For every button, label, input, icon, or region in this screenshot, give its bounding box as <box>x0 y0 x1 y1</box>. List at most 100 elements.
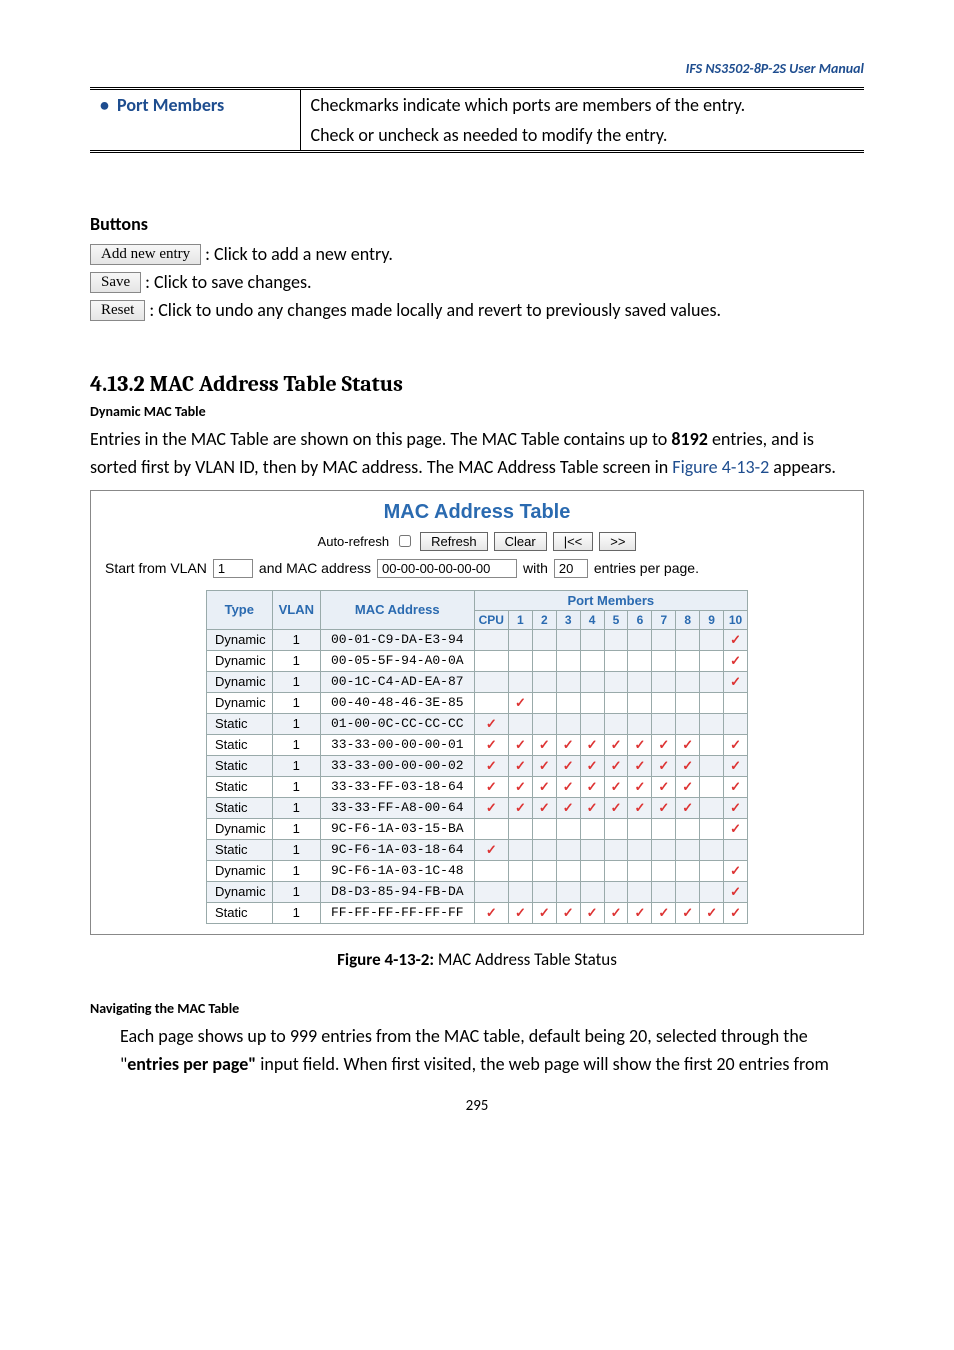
cell-port <box>580 818 604 839</box>
cell-port: ✓ <box>724 818 748 839</box>
table-row: Static133-33-FF-A8-00-64✓✓✓✓✓✓✓✓✓✓ <box>207 797 748 818</box>
checkmark-icon: ✓ <box>730 737 741 752</box>
table-row: Dynamic100-1C-C4-AD-EA-87✓ <box>207 671 748 692</box>
cell-mac: 33-33-00-00-00-01 <box>320 734 474 755</box>
table-row: Dynamic1D8-D3-85-94-FB-DA✓ <box>207 881 748 902</box>
cell-mac: 00-05-5F-94-A0-0A <box>320 650 474 671</box>
cell-port <box>652 671 676 692</box>
cell-port: ✓ <box>724 881 748 902</box>
col-type: Type <box>207 590 273 629</box>
checkmark-icon: ✓ <box>730 905 741 920</box>
cell-port: ✓ <box>724 860 748 881</box>
cell-port <box>532 713 556 734</box>
cell-port <box>604 881 628 902</box>
cell-port <box>508 629 532 650</box>
section-title: 4.13.2 MAC Address Table Status <box>90 371 864 397</box>
checkmark-icon: ✓ <box>730 863 741 878</box>
page-next-button[interactable]: >> <box>599 532 636 551</box>
col-vlan: VLAN <box>272 590 320 629</box>
cell-port: ✓ <box>652 797 676 818</box>
cell-port: ✓ <box>508 797 532 818</box>
checkmark-icon: ✓ <box>539 779 550 794</box>
page-number: 295 <box>90 1097 864 1115</box>
cell-port: ✓ <box>580 734 604 755</box>
cell-port <box>532 629 556 650</box>
cell-port: ✓ <box>604 776 628 797</box>
cell-port: ✓ <box>474 713 508 734</box>
checkmark-icon: ✓ <box>563 737 574 752</box>
cell-port: ✓ <box>676 902 700 923</box>
cell-port: ✓ <box>628 797 652 818</box>
cell-port: ✓ <box>724 776 748 797</box>
cell-vlan: 1 <box>272 902 320 923</box>
entries-per-page-input[interactable] <box>554 559 588 578</box>
cell-port <box>676 650 700 671</box>
start-vlan-input[interactable] <box>213 559 253 578</box>
cell-port: ✓ <box>580 776 604 797</box>
cell-port <box>604 713 628 734</box>
cell-port: ✓ <box>556 755 580 776</box>
and-mac-label: and MAC address <box>259 560 371 576</box>
checkmark-icon: ✓ <box>658 905 669 920</box>
save-button[interactable]: Save <box>90 272 141 293</box>
refresh-button[interactable]: Refresh <box>420 532 488 551</box>
checkmark-icon: ✓ <box>539 905 550 920</box>
cell-port <box>700 776 724 797</box>
cell-port: ✓ <box>676 734 700 755</box>
auto-refresh-checkbox[interactable] <box>399 535 411 547</box>
cell-port <box>676 671 700 692</box>
cell-port: ✓ <box>532 902 556 923</box>
checkmark-icon: ✓ <box>730 632 741 647</box>
cell-type: Static <box>207 755 273 776</box>
reset-button[interactable]: Reset <box>90 300 145 321</box>
cell-port <box>556 881 580 902</box>
cell-port: ✓ <box>724 902 748 923</box>
checkmark-icon: ✓ <box>486 842 497 857</box>
cell-port <box>556 839 580 860</box>
page-first-button[interactable]: |<< <box>553 532 594 551</box>
save-text: : Click to save changes. <box>145 271 311 293</box>
cell-mac: D8-D3-85-94-FB-DA <box>320 881 474 902</box>
cell-type: Static <box>207 797 273 818</box>
cell-port <box>474 629 508 650</box>
navigating-title: Navigating the MAC Table <box>90 1000 864 1017</box>
cell-port: ✓ <box>580 755 604 776</box>
checkmark-icon: ✓ <box>486 779 497 794</box>
cell-port <box>724 839 748 860</box>
cell-port: ✓ <box>508 692 532 713</box>
cell-port <box>508 860 532 881</box>
cell-vlan: 1 <box>272 776 320 797</box>
checkmark-icon: ✓ <box>486 716 497 731</box>
col-port: 1 <box>508 610 532 629</box>
cell-mac: 33-33-FF-03-18-64 <box>320 776 474 797</box>
figure-link[interactable]: Figure 4-13-2 <box>672 456 769 478</box>
cell-mac: FF-FF-FF-FF-FF-FF <box>320 902 474 923</box>
clear-button[interactable]: Clear <box>494 532 547 551</box>
cell-vlan: 1 <box>272 881 320 902</box>
start-mac-input[interactable] <box>377 559 517 578</box>
bullet-icon: • <box>100 94 109 116</box>
auto-refresh-label: Auto-refresh <box>318 534 390 549</box>
cell-port <box>676 629 700 650</box>
checkmark-icon: ✓ <box>634 800 645 815</box>
cell-port <box>474 860 508 881</box>
checkmark-icon: ✓ <box>634 779 645 794</box>
checkmark-icon: ✓ <box>730 674 741 689</box>
checkmark-icon: ✓ <box>682 779 693 794</box>
cell-port <box>604 818 628 839</box>
figure-caption: Figure 4-13-2: MAC Address Table Status <box>90 949 864 970</box>
checkmark-icon: ✓ <box>515 905 526 920</box>
cell-port <box>580 629 604 650</box>
cell-port: ✓ <box>474 755 508 776</box>
cell-type: Dynamic <box>207 818 273 839</box>
checkmark-icon: ✓ <box>634 905 645 920</box>
cell-type: Dynamic <box>207 629 273 650</box>
add-new-entry-button[interactable]: Add new entry <box>90 244 201 265</box>
table-row: Dynamic100-05-5F-94-A0-0A✓ <box>207 650 748 671</box>
cell-vlan: 1 <box>272 755 320 776</box>
cell-port: ✓ <box>580 902 604 923</box>
checkmark-icon: ✓ <box>486 800 497 815</box>
cell-port <box>676 818 700 839</box>
cell-port <box>556 629 580 650</box>
cell-port: ✓ <box>652 755 676 776</box>
